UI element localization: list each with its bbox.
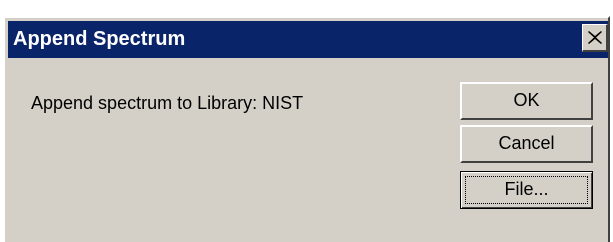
- close-icon: [588, 31, 602, 44]
- ok-button[interactable]: OK: [460, 82, 593, 120]
- append-spectrum-dialog: Append Spectrum Append spectrum to Libra…: [3, 16, 610, 242]
- focus-rectangle: [465, 176, 588, 204]
- message-text: Append spectrum to Library: NIST: [31, 93, 304, 113]
- close-button[interactable]: [582, 24, 608, 52]
- file-button[interactable]: File...: [460, 171, 593, 209]
- dialog-title: Append Spectrum: [13, 28, 186, 50]
- title-bar: Append Spectrum: [8, 21, 608, 58]
- cancel-button[interactable]: Cancel: [460, 125, 593, 163]
